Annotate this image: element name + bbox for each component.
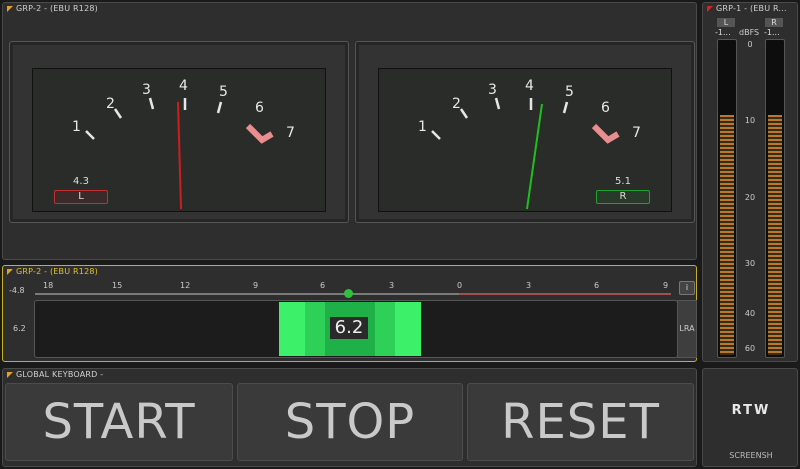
dbfs-scale-label: 10 [744,116,756,125]
vu-panel-title: GRP-2 - (EBU R128) [7,4,98,13]
dbfs-scale-label: 60 [744,344,756,353]
scale-label: 6 [255,100,264,116]
rtw-logo: RTW [731,403,771,418]
lra-scale-label: 3 [526,281,532,290]
logo-caption: SCREENSH [729,451,773,460]
scale-label: 3 [488,82,497,98]
tick-2 [113,108,123,119]
lra-marker-icon [344,289,353,298]
vu-value-left: 4.3 [73,176,89,187]
tick-1 [431,130,441,140]
vu-needle-right [526,103,543,210]
meter-fill-right [768,115,782,355]
lra-scale-label: 0 [457,281,463,290]
red-zone-right [591,123,620,144]
lra-scale-label: 9 [253,281,259,290]
channel-label-left: L [54,190,108,204]
vu-meter-right: 1 2 3 4 5 6 7 5.1 R [355,41,695,223]
lra-panel: GRP-2 - (EBU R128) -4.8 6.2 18 15 12 9 6… [2,265,697,362]
start-button[interactable]: START [5,383,233,461]
peak-l: -1... [715,28,731,37]
tick-5 [216,101,223,114]
peak-r: -1... [764,28,780,37]
lra-bar-area: 6.2 [34,300,678,358]
dbfs-unit: dBFS [739,28,760,37]
dbfs-scale-label: 0 [747,40,753,49]
tick-2 [459,108,469,119]
scale-label: 1 [72,119,81,135]
meter-bar-right [765,39,785,358]
lra-left-mid: 6.2 [13,324,26,333]
scale-label: 6 [601,100,610,116]
scale-label: 3 [142,82,151,98]
meter-bar-left [717,39,737,358]
scale-label: 2 [106,96,115,112]
scale-label: 4 [525,78,534,94]
lra-scale-label: 6 [320,281,326,290]
panel-flag-icon [7,6,13,12]
keyboard-panel-title: GLOBAL KEYBOARD - [7,370,103,379]
vu-meter-panel: GRP-2 - (EBU R128) 1 2 3 4 5 6 7 4.3 L 1… [2,2,697,260]
scale-label: 2 [452,96,461,112]
lra-scale-label: 9 [663,281,669,290]
scale-label: 7 [632,125,641,141]
keyboard-title-text: GLOBAL KEYBOARD - [16,370,104,379]
channel-r-label: R [765,18,783,27]
scale-label: 4 [179,78,188,94]
vu-panel-title-text: GRP-2 - (EBU R128) [16,4,98,13]
panel-flag-icon [707,6,713,12]
tick-3 [148,97,155,110]
dbfs-scale-label: 30 [744,259,756,268]
logo-panel: RTW SCREENSH [702,368,798,467]
lra-panel-title-text: GRP-2 - (EBU R128) [16,267,98,276]
lra-scale-label: 6 [594,281,600,290]
scale-label: 7 [286,125,295,141]
dbfs-panel: GRP-1 - (EBU R... L R -1... -1... dBFS 0… [702,2,798,362]
vu-value-right: 5.1 [615,176,631,187]
lra-label: LRA [677,300,697,358]
panel-flag-icon [7,372,13,378]
dbfs-scale-label: 20 [744,193,756,202]
tick-1 [85,130,95,140]
lra-scale-label: 3 [389,281,395,290]
dbfs-title-text: GRP-1 - (EBU R... [716,4,787,13]
red-zone-left [245,123,274,144]
stop-button[interactable]: STOP [237,383,463,461]
lra-left-top: -4.8 [9,286,25,295]
lra-panel-title: GRP-2 - (EBU R128) [7,267,98,276]
meter-fill-left [720,115,734,355]
tick-3 [494,97,501,110]
reset-button[interactable]: RESET [467,383,694,461]
lra-scale-line-red [459,293,671,295]
dbfs-scale-label: 40 [744,309,756,318]
lra-scale-line [35,293,459,295]
dbfs-panel-title: GRP-1 - (EBU R... [707,4,787,13]
vu-meter-left: 1 2 3 4 5 6 7 4.3 L [9,41,349,223]
scale-label: 5 [565,84,574,100]
channel-label-right: R [596,190,650,204]
lra-scale-label: 12 [180,281,191,290]
tick-5 [562,101,569,114]
scale-label: 5 [219,84,228,100]
info-button[interactable]: i [679,281,695,295]
panel-flag-icon [7,269,13,275]
scale-label: 1 [418,119,427,135]
lra-value: 6.2 [330,317,368,339]
channel-l-label: L [717,18,735,27]
lra-scale-label: 15 [112,281,123,290]
lra-scale-label: 18 [43,281,54,290]
vu-needle-left [177,101,182,210]
